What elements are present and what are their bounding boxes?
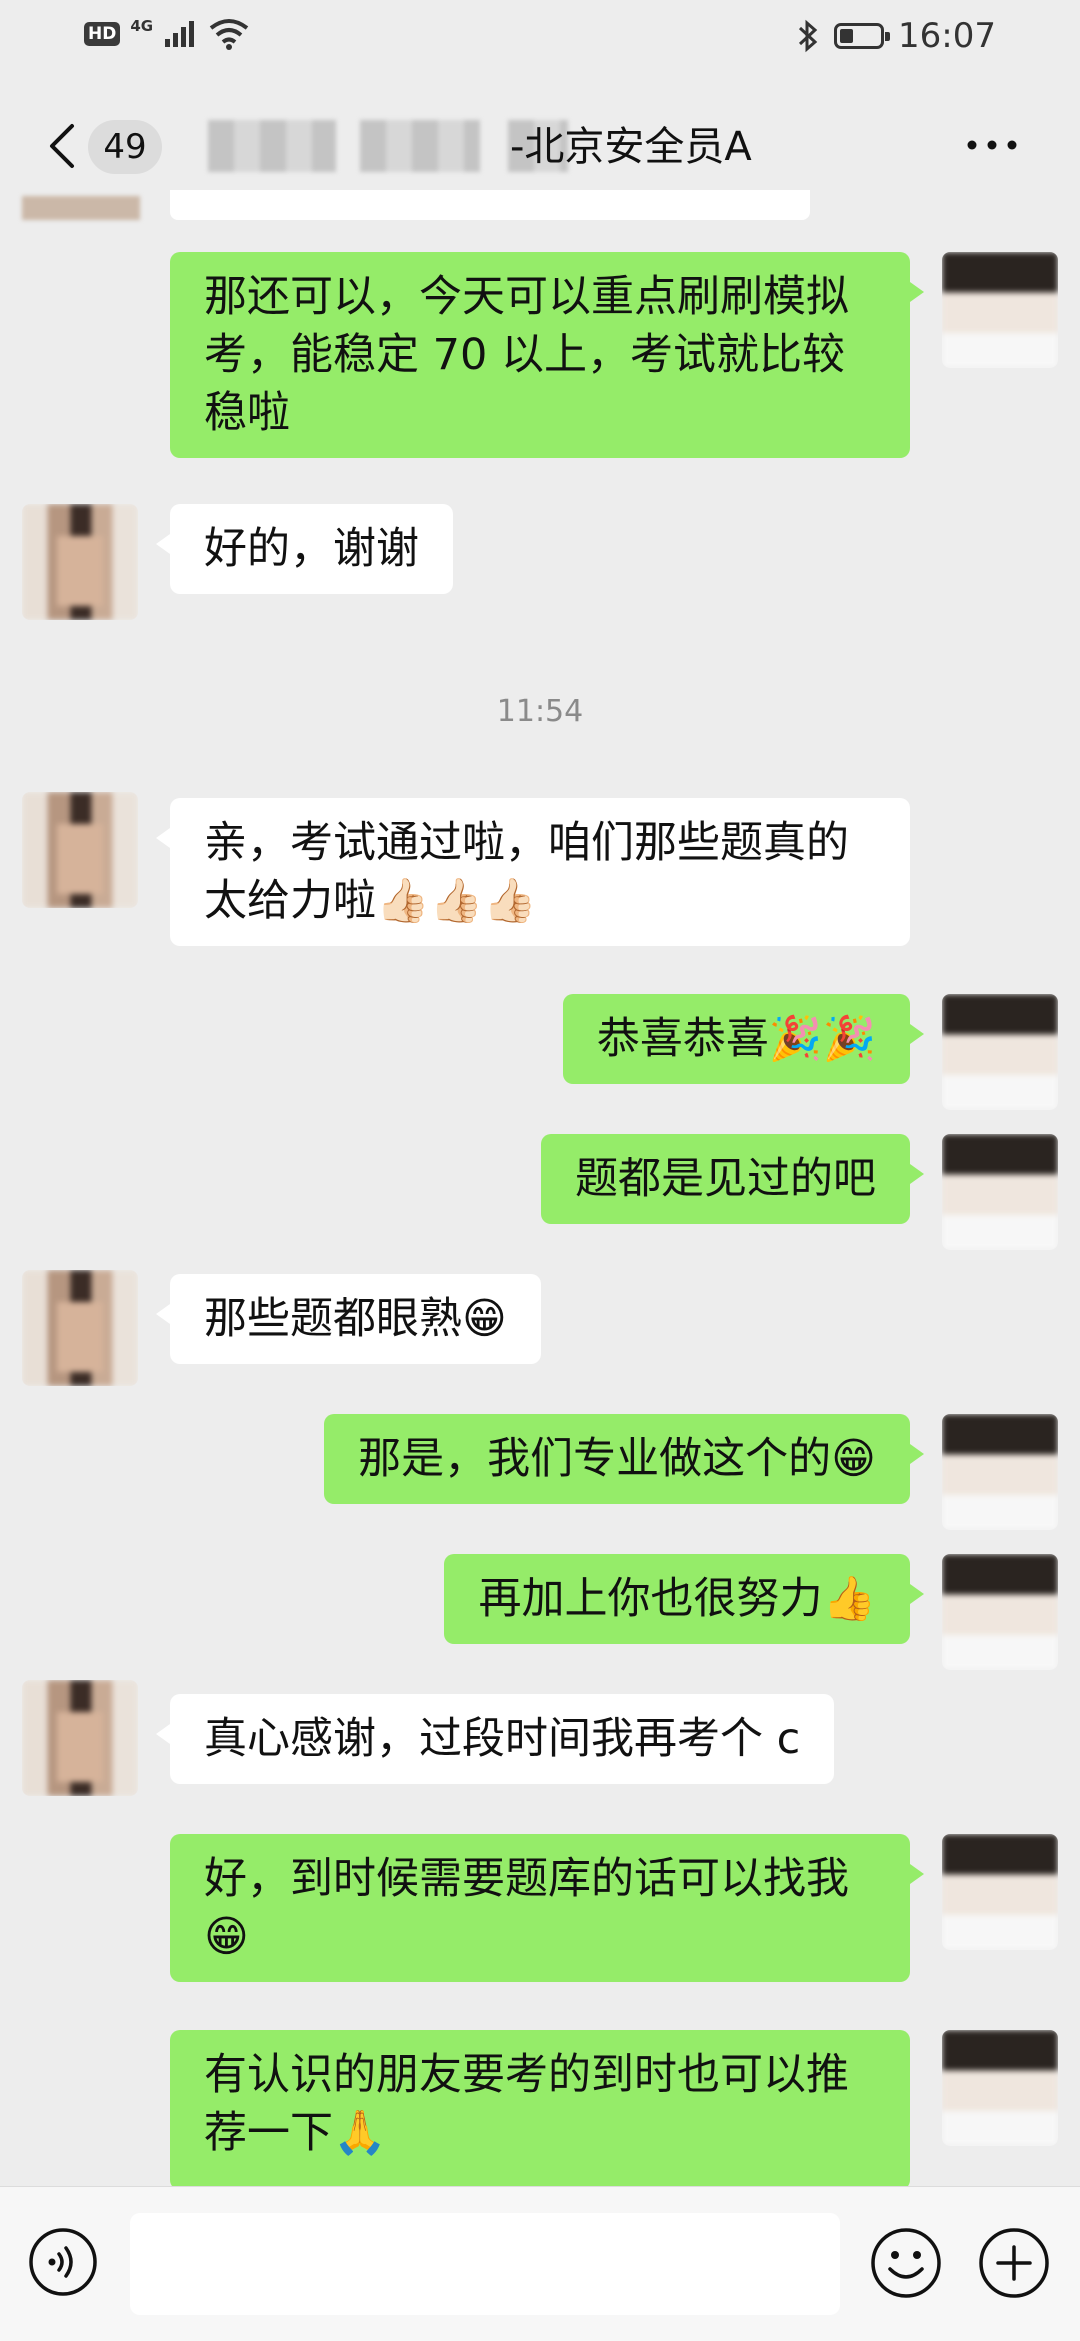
message-bubble-partial xyxy=(170,190,810,220)
input-bar xyxy=(0,2186,1080,2341)
blurred-name-part xyxy=(208,120,336,172)
emoji-icon[interactable] xyxy=(870,2227,942,2299)
avatar[interactable] xyxy=(22,792,138,908)
avatar[interactable] xyxy=(942,1134,1058,1250)
voice-input-icon[interactable] xyxy=(28,2227,98,2297)
status-right: 16:07 xyxy=(796,16,996,56)
signal-icon xyxy=(165,21,195,47)
unread-count-badge[interactable]: 49 xyxy=(88,120,162,174)
battery-icon xyxy=(834,23,891,49)
blurred-name-part xyxy=(360,120,480,172)
battery-fill xyxy=(840,29,854,43)
more-options-icon[interactable] xyxy=(964,130,1020,160)
message-bubble[interactable]: 再加上你也很努力👍 xyxy=(444,1554,924,1644)
clock: 16:07 xyxy=(898,16,996,56)
message-bubble[interactable]: 有认识的朋友要考的到时也可以推荐一下🙏 xyxy=(170,2030,910,2190)
plus-icon[interactable] xyxy=(978,2227,1050,2299)
message-bubble[interactable]: 亲，考试通过啦，咱们那些题真的太给力啦👍🏻👍🏻👍🏻 xyxy=(156,798,910,946)
avatar[interactable] xyxy=(942,994,1058,1110)
status-bar: HD 4G 16:07 xyxy=(0,0,1080,80)
avatar[interactable] xyxy=(22,1680,138,1796)
avatar[interactable] xyxy=(22,1270,138,1386)
message-input[interactable] xyxy=(130,2213,840,2315)
message-bubble[interactable]: 那还可以，今天可以重点刷刷模拟考，能稳定 70 以上，考试就比较稳啦 xyxy=(170,252,924,458)
timestamp: 11:54 xyxy=(496,694,584,729)
network-label: 4G xyxy=(130,17,154,35)
avatar[interactable] xyxy=(942,1834,1058,1950)
chat-header: 49 -北京安全员A xyxy=(0,96,1080,200)
message-bubble[interactable]: 好的，谢谢 xyxy=(156,504,453,594)
message-bubble[interactable]: 题都是见过的吧 xyxy=(541,1134,924,1224)
avatar[interactable] xyxy=(942,252,1058,368)
chat-title: -北京安全员A xyxy=(510,124,752,170)
wifi-icon xyxy=(209,19,249,50)
avatar[interactable] xyxy=(22,504,138,620)
message-bubble[interactable]: 恭喜恭喜🎉🎉 xyxy=(562,994,925,1084)
message-bubble[interactable]: 那是，我们专业做这个的😁 xyxy=(324,1414,924,1504)
message-bubble[interactable]: 真心感谢，过段时间我再考个 c xyxy=(155,1694,835,1784)
avatar[interactable] xyxy=(942,2030,1058,2146)
status-left: HD 4G xyxy=(84,17,249,50)
avatar xyxy=(22,196,140,220)
message-bubble[interactable]: 那些题都眼熟😁 xyxy=(156,1274,541,1364)
hd-badge: HD xyxy=(84,22,121,46)
message-bubble[interactable]: 好，到时候需要题库的话可以找我😁 xyxy=(170,1834,924,1982)
avatar[interactable] xyxy=(942,1554,1058,1670)
avatar[interactable] xyxy=(942,1414,1058,1530)
back-icon[interactable] xyxy=(40,118,88,174)
bluetooth-icon xyxy=(798,19,818,53)
